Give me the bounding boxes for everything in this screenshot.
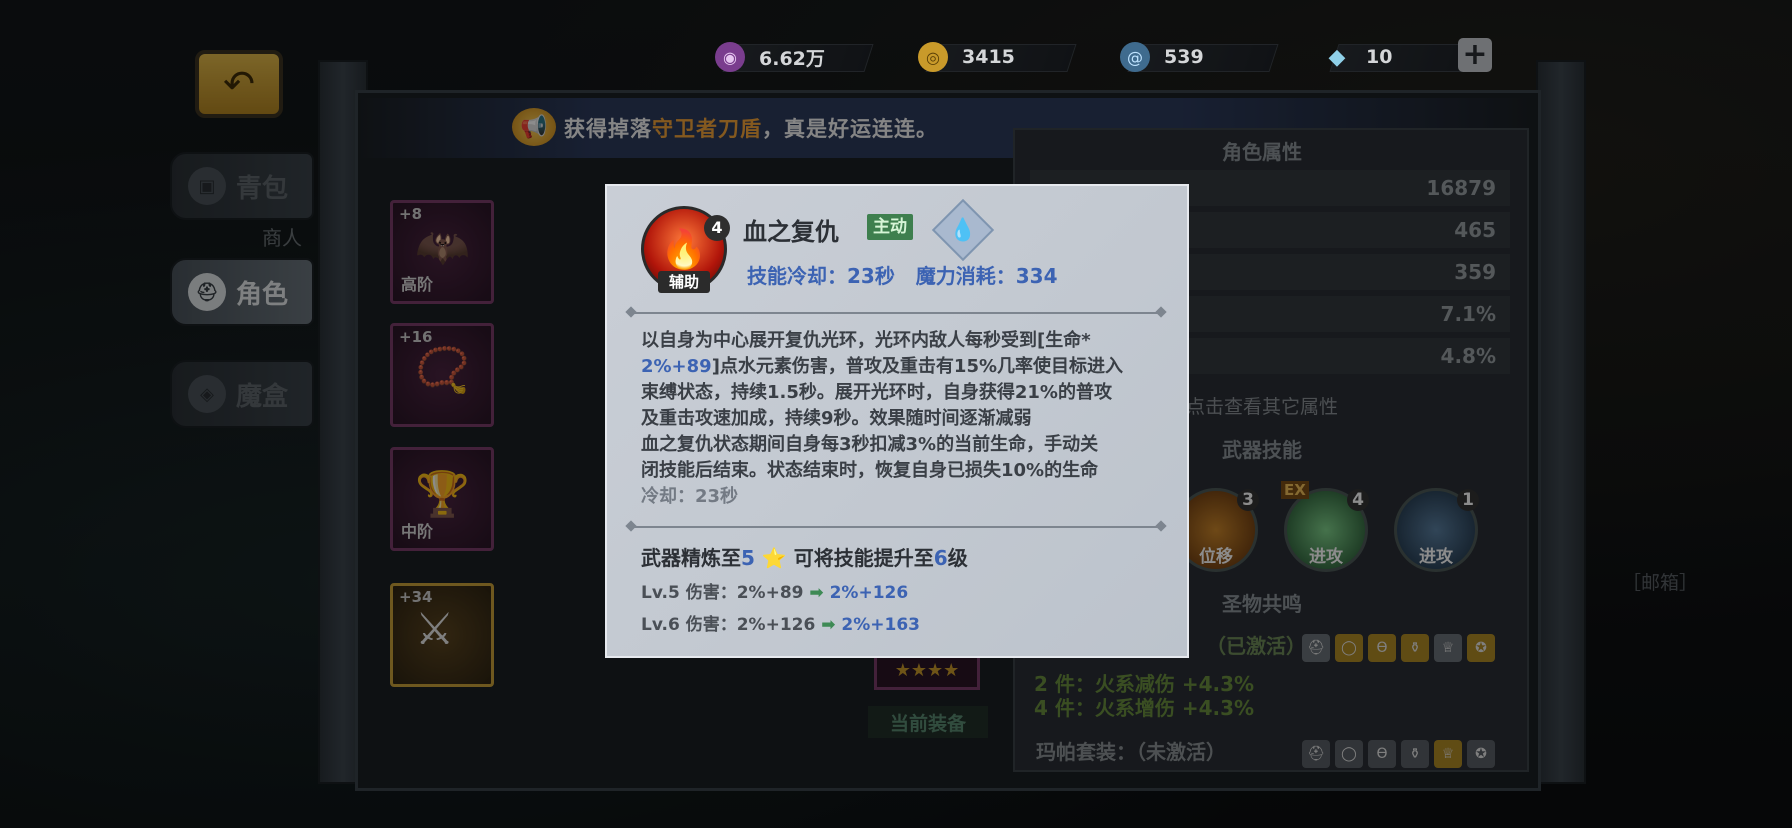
element-badge: 💧 <box>931 198 995 262</box>
desc-line: 2%+89]点水元素伤害，普攻及重击有15%几率使目标进入 <box>641 356 1124 377</box>
diamond-icon: ◆ <box>1328 44 1346 70</box>
currency-orbs-value: 539 <box>1164 46 1204 68</box>
desc-line: 血之复仇状态期间自身每3秒扣减3%的当前生命，手动关 <box>641 434 1099 455</box>
lv6-damage: Lv.6 伤害：2%+126 ➡ 2%+163 <box>641 615 921 635</box>
skill-level-badge: 4 <box>704 215 730 241</box>
skill-cooldown: 技能冷却：23秒 <box>747 264 895 288</box>
refine-hint: 武器精炼至5 ⭐ 可将技能提升至6级 <box>641 546 968 570</box>
arrow-right-icon: ➡ <box>809 583 824 603</box>
skill-name: 血之复仇 <box>743 218 839 246</box>
skill-tooltip: 🔥 4 辅助 血之复仇 主动 💧 技能冷却：23秒 魔力消耗：334 以自身为中… <box>605 184 1189 658</box>
divider <box>631 526 1161 528</box>
desc-cooldown: 冷却：23秒 <box>641 486 739 507</box>
currency-gold-value: 3415 <box>962 46 1015 68</box>
desc-line: 及重击攻速加成，持续9秒。效果随时间逐渐减弱 <box>641 408 1032 429</box>
gold-coin-icon: ◎ <box>918 42 948 72</box>
desc-line: 闭技能后结束。状态结束时，恢复自身已损失10%的生命 <box>641 460 1099 481</box>
desc-line: 以自身为中心展开复仇光环，光环内敌人每秒受到[生命* <box>641 330 1091 351</box>
skill-type-badge: 主动 <box>867 214 913 240</box>
currency-gems-value: 6.62万 <box>759 47 825 70</box>
water-drop-icon: 💧 <box>949 217 977 243</box>
spiral-orb-icon: @ <box>1120 42 1150 72</box>
skill-mana-cost: 魔力消耗：334 <box>915 264 1058 288</box>
divider <box>631 312 1161 314</box>
skill-description: 以自身为中心展开复仇光环，光环内敌人每秒受到[生命* 2%+89]点水元素伤害，… <box>641 328 1161 510</box>
currency-diamonds-value: 10 <box>1366 46 1393 68</box>
skill-avatar: 🔥 4 辅助 <box>641 206 730 293</box>
lv5-damage: Lv.5 伤害：2%+89 ➡ 2%+126 <box>641 583 909 603</box>
flame-demon-icon: 🔥 <box>660 226 708 271</box>
purple-gem-icon: ◉ <box>715 42 745 72</box>
arrow-right-icon: ➡ <box>821 615 836 635</box>
skill-cost-line: 技能冷却：23秒 魔力消耗：334 <box>747 260 1057 289</box>
currency-gems: ◉ 6.62万 <box>715 40 874 74</box>
desc-line: 束缚状态，持续1.5秒。展开光环时，自身获得21%的普攻 <box>641 382 1112 403</box>
star-icon: ⭐ <box>761 546 787 570</box>
skill-role-badge: 辅助 <box>658 271 710 293</box>
